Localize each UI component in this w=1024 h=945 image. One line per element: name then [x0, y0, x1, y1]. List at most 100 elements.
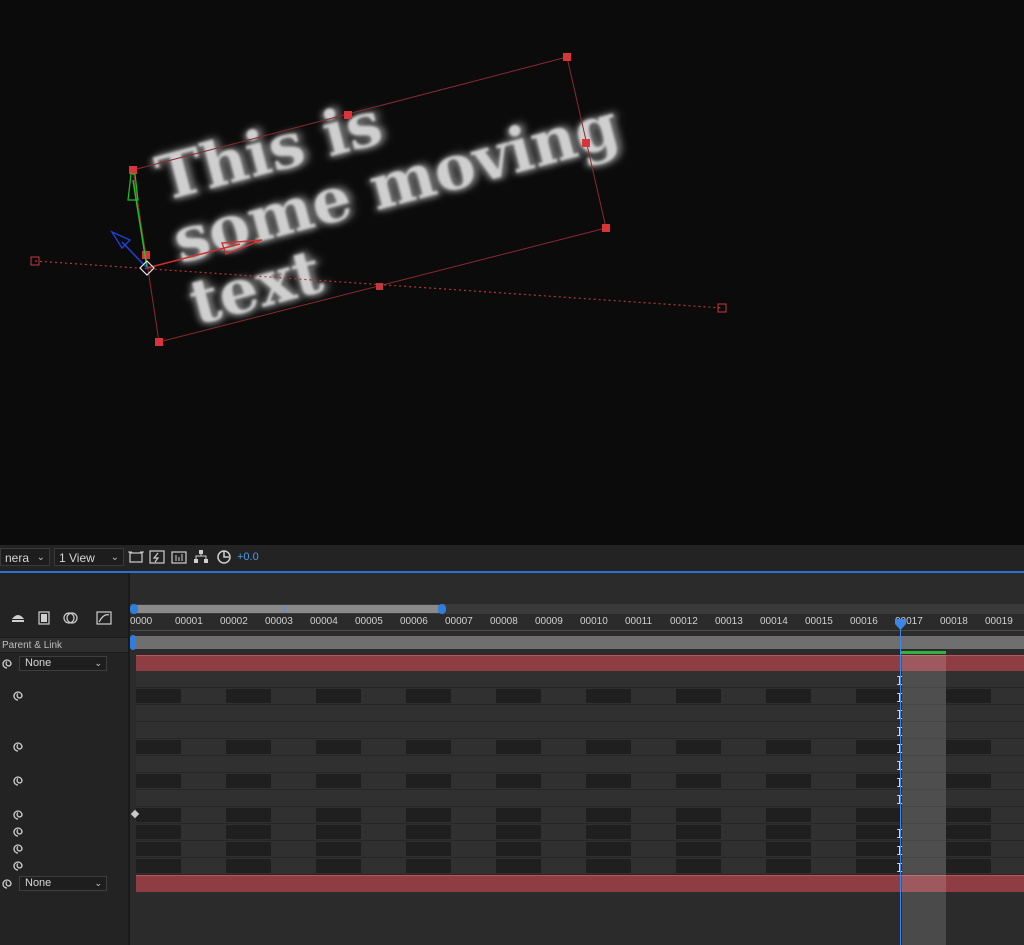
- frame-cell: [316, 689, 361, 703]
- frame-cell: [766, 740, 811, 754]
- frame-cell: [136, 689, 181, 703]
- graph-editor-icon[interactable]: [95, 609, 113, 627]
- frame-cell: [226, 808, 271, 822]
- frame-blending-icon[interactable]: [35, 609, 53, 627]
- frame-cell: [136, 825, 181, 839]
- layer-panel: Parent & Link None ⌄ None ⌄: [0, 573, 128, 945]
- frame-cell: [856, 842, 901, 856]
- view-layout-dropdown[interactable]: 1 View ⌄: [54, 548, 124, 566]
- bounding-box-outline: [132, 56, 607, 343]
- composition-viewer[interactable]: This is some moving text: [0, 0, 1024, 545]
- frame-cell: [676, 689, 721, 703]
- frame-cell: [316, 825, 361, 839]
- playhead-line[interactable]: [900, 623, 901, 945]
- frame-cell: [586, 689, 631, 703]
- frame-cell: [586, 825, 631, 839]
- time-ruler-tick-label: 00015: [805, 616, 833, 627]
- parent-dropdown[interactable]: None ⌄: [19, 876, 107, 891]
- frame-cell: [136, 740, 181, 754]
- fast-previews-icon[interactable]: [148, 548, 166, 566]
- property-track[interactable]: [136, 671, 1024, 688]
- camera-dropdown[interactable]: nera ⌄: [0, 548, 50, 566]
- frame-cell: [946, 740, 991, 754]
- frame-cell: [856, 808, 901, 822]
- layer-duration-bar[interactable]: [136, 655, 1024, 672]
- view-layout-label: 1 View: [59, 551, 95, 565]
- parent-dropdown[interactable]: None ⌄: [19, 656, 107, 671]
- frame-cell: [316, 842, 361, 856]
- corner-handle-bottom-left[interactable]: [155, 338, 163, 346]
- layer-row[interactable]: None ⌄: [0, 655, 128, 672]
- time-ruler-tick-label: 00002: [220, 616, 248, 627]
- corner-handle-top-right[interactable]: [563, 53, 571, 61]
- frame-cell: [496, 808, 541, 822]
- pick-whip-icon[interactable]: [11, 842, 25, 856]
- pick-whip-icon[interactable]: [11, 774, 25, 788]
- time-ruler-tick-label: 00009: [535, 616, 563, 627]
- property-track[interactable]: [136, 790, 1024, 807]
- z-axis-arrow-icon: [110, 230, 132, 250]
- navigator-center-marker: [284, 606, 286, 612]
- edge-handle-top[interactable]: [344, 111, 352, 119]
- frame-cell: [676, 825, 721, 839]
- corner-handle-bottom-right[interactable]: [602, 224, 610, 232]
- edge-handle-right[interactable]: [582, 139, 590, 147]
- frame-cell: [406, 842, 451, 856]
- frame-cell: [406, 774, 451, 788]
- pick-whip-icon[interactable]: [11, 689, 25, 703]
- frame-cell: [586, 774, 631, 788]
- frame-cell: [226, 774, 271, 788]
- toggle-pixel-aspect-icon[interactable]: [127, 548, 145, 566]
- frame-cell: [586, 808, 631, 822]
- corner-handle-top-left[interactable]: [129, 166, 137, 174]
- pick-whip-icon[interactable]: [11, 740, 25, 754]
- work-area-bar[interactable]: [132, 636, 1024, 649]
- motion-blur-icon[interactable]: [61, 609, 79, 627]
- time-navigator-end-handle[interactable]: [438, 604, 446, 614]
- pick-whip-icon[interactable]: [11, 859, 25, 873]
- time-navigator-start-handle[interactable]: [130, 604, 138, 614]
- frame-cell: [856, 825, 901, 839]
- pick-whip-icon[interactable]: [11, 808, 25, 822]
- time-ruler-tick-label: 00018: [940, 616, 968, 627]
- frame-cell: [496, 825, 541, 839]
- work-area-start-handle[interactable]: [130, 635, 136, 650]
- time-ruler-tick-label: 00013: [715, 616, 743, 627]
- layer-row[interactable]: None ⌄: [0, 875, 128, 892]
- pick-whip-icon[interactable]: [0, 657, 14, 671]
- playhead-handle[interactable]: [895, 619, 906, 631]
- frame-cell: [676, 774, 721, 788]
- draft-3d-icon[interactable]: [9, 609, 27, 627]
- time-ruler-tick-label: 00016: [850, 616, 878, 627]
- timeline-track-area[interactable]: 0000 00001 00002 00003 00004 00005 00006 00007 0…: [130, 573, 1024, 945]
- frame-cell: [766, 808, 811, 822]
- frame-cell: [946, 859, 991, 873]
- time-ruler-tick-label: 00011: [625, 616, 653, 627]
- pick-whip-icon[interactable]: [0, 877, 14, 891]
- frame-cell: [406, 825, 451, 839]
- frame-cell: [586, 740, 631, 754]
- frame-cell: [316, 808, 361, 822]
- flowchart-icon[interactable]: [192, 548, 210, 566]
- time-ruler-tick-label: 00010: [580, 616, 608, 627]
- frame-cell: [136, 808, 181, 822]
- frame-cell: [406, 740, 451, 754]
- reset-exposure-icon[interactable]: [215, 548, 233, 566]
- frame-cell: [496, 859, 541, 873]
- property-track[interactable]: [136, 722, 1024, 739]
- frame-cell: [226, 842, 271, 856]
- parent-link-column-header[interactable]: Parent & Link: [0, 637, 128, 653]
- timeline-icon[interactable]: [170, 548, 188, 566]
- property-track[interactable]: [136, 705, 1024, 722]
- frame-cell: [316, 740, 361, 754]
- motion-path-keyframe-handle[interactable]: [376, 283, 383, 290]
- pick-whip-icon[interactable]: [11, 825, 25, 839]
- time-ruler-tick-label: 00014: [760, 616, 788, 627]
- chevron-down-icon: ⌄: [36, 552, 45, 563]
- time-navigator-range[interactable]: [132, 605, 440, 613]
- exposure-value[interactable]: +0.0: [237, 551, 259, 563]
- frame-cell: [676, 842, 721, 856]
- axis-gizmo[interactable]: [110, 173, 263, 276]
- property-track[interactable]: [136, 756, 1024, 773]
- layer-duration-bar[interactable]: [136, 875, 1024, 892]
